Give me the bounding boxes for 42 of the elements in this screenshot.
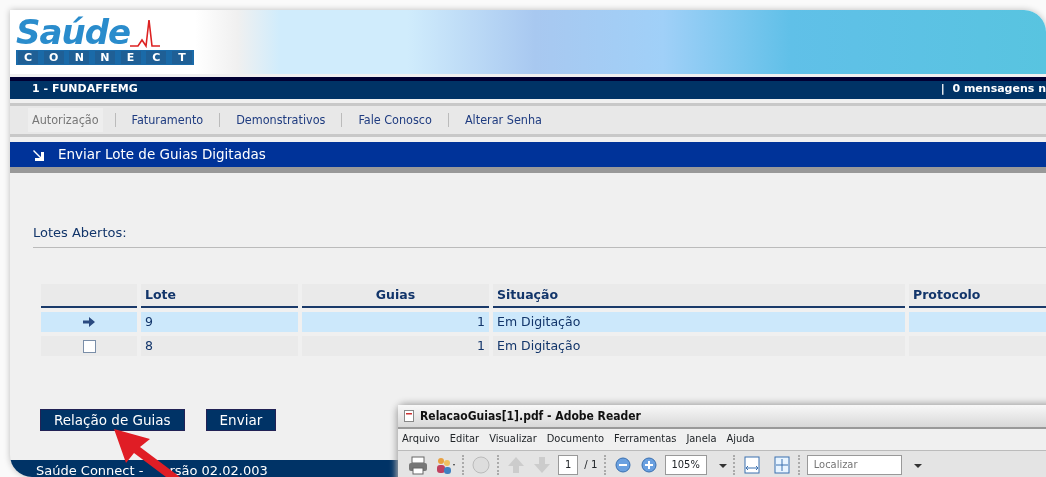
zoom-out-icon[interactable] [612, 454, 633, 475]
menu-item[interactable]: Ferramentas [614, 431, 677, 448]
page-field[interactable]: 1 [558, 454, 579, 475]
menu-item[interactable]: Faturamento [127, 107, 208, 133]
account-name: 1 - FUNDAFFEMG [32, 81, 138, 98]
table-cell: Em Digitação [493, 312, 905, 333]
menu-item[interactable]: Ajuda [726, 431, 755, 448]
menu-item[interactable]: Documento [546, 431, 605, 448]
search-field[interactable]: Localizar [806, 454, 902, 475]
page-total: / 1 [584, 455, 598, 473]
list-button[interactable]: Relação de Guias [40, 409, 185, 432]
menu-item[interactable]: Fale Conosco [354, 107, 436, 133]
messages-count: | 0 mensagens n [940, 81, 1046, 98]
table-cell: 1 [302, 336, 489, 357]
section-label: Lotes Abertos: [33, 223, 1046, 248]
column-header: Protocolo [909, 283, 1046, 309]
checkbox[interactable] [82, 339, 96, 353]
zoom-in-icon[interactable] [638, 454, 659, 475]
zoom-field[interactable]: 105% [664, 454, 707, 475]
logo-letters: C O N N E C T [16, 50, 194, 65]
column-header: Guias [302, 283, 489, 309]
menu-item[interactable]: Visualizar [489, 431, 537, 448]
column-header: Situação [493, 283, 905, 309]
menu-item[interactable]: Arquivo [402, 431, 440, 448]
menu-item[interactable]: Editar [449, 431, 480, 448]
table-cell: Em Digitação [493, 336, 905, 357]
menu-item[interactable]: Demonstrativos [232, 107, 330, 133]
footer-text: Saúde Connect - [36, 462, 144, 477]
logo-wordmark: Saúde [16, 14, 131, 50]
menu-item[interactable]: Autorização [28, 107, 103, 133]
page-title: Enviar Lote de Guias Digitadas [58, 145, 266, 165]
column-header: Lote [141, 283, 298, 309]
table-cell: 1 [302, 312, 489, 333]
menu-item[interactable]: Janela [686, 431, 717, 448]
menu-item[interactable]: Alterar Senha [460, 107, 546, 133]
table-cell: 8 [141, 336, 298, 357]
printer-icon[interactable] [408, 454, 428, 475]
send-button[interactable]: Enviar [205, 409, 277, 432]
fit-page-icon[interactable] [771, 454, 792, 475]
table-cell: 9 [141, 312, 298, 333]
document-icon [404, 410, 414, 422]
window-title: RelacaoGuias[1].pdf - Adobe Reader [420, 408, 641, 425]
